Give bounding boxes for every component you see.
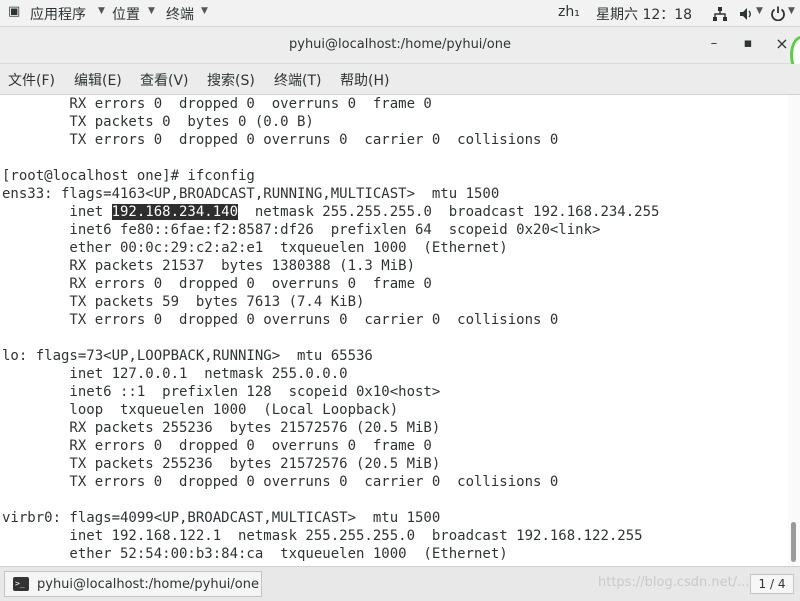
applications-arrow-icon: ▼ xyxy=(98,6,105,16)
terminal-line: RX errors 0 dropped 0 overruns 0 frame 0 xyxy=(2,96,432,112)
terminal-line: TX packets 0 bytes 0 (0.0 B) xyxy=(2,114,314,130)
terminal-line: inet 127.0.0.1 netmask 255.0.0.0 xyxy=(2,366,348,382)
applications-menu[interactable]: 应用程序 xyxy=(30,4,86,24)
terminal-line: loop txqueuelen 1000 (Local Loopback) xyxy=(2,402,399,418)
places-arrow-icon: ▼ xyxy=(148,6,155,16)
terminal-line: TX packets 255236 bytes 21572576 (20.5 M… xyxy=(2,456,441,472)
terminal-line: lo: flags=73<UP,LOOPBACK,RUNNING> mtu 65… xyxy=(2,348,373,364)
close-button[interactable]: × xyxy=(774,34,790,53)
taskbar-window-button[interactable]: >_ pyhui@localhost:/home/pyhui/one xyxy=(4,571,262,597)
applications-icon[interactable]: ▣ xyxy=(8,4,20,19)
terminal-line: inet 192.168.234.140 netmask 255.255.255… xyxy=(2,204,660,220)
top-bar: ▣ 应用程序 ▼ 位置 ▼ 终端 ▼ zh₁ 星期六 12：18 ▼ ▼ xyxy=(0,0,800,27)
menu-file[interactable]: 文件(F) xyxy=(8,70,55,90)
window-title: pyhui@localhost:/home/pyhui/one xyxy=(289,37,511,52)
maximize-button[interactable]: ▪ xyxy=(740,36,756,51)
menu-bar: 文件(F) 编辑(E) 查看(V) 搜索(S) 终端(T) 帮助(H) xyxy=(0,64,800,95)
minimize-button[interactable]: – xyxy=(706,36,722,51)
terminal-line: virbr0: flags=4099<UP,BROADCAST,MULTICAS… xyxy=(2,510,441,526)
terminal-line: TX packets 59 bytes 7613 (7.4 KiB) xyxy=(2,294,365,310)
terminal-line: inet 192.168.122.1 netmask 255.255.255.0… xyxy=(2,528,643,544)
terminal-icon: >_ xyxy=(13,577,29,591)
terminal-line: ens33: flags=4163<UP,BROADCAST,RUNNING,M… xyxy=(2,186,500,202)
power-menu-arrow-icon: ▼ xyxy=(788,6,795,16)
menu-edit[interactable]: 编辑(E) xyxy=(74,70,122,90)
menu-search[interactable]: 搜索(S) xyxy=(207,70,255,90)
menu-view[interactable]: 查看(V) xyxy=(140,70,189,90)
terminal-line: inet6 fe80::6fae:f2:8587:df26 prefixlen … xyxy=(2,222,601,238)
places-menu[interactable]: 位置 xyxy=(112,4,140,24)
taskbar-window-label: pyhui@localhost:/home/pyhui/one xyxy=(37,577,259,592)
terminal-line: TX errors 0 dropped 0 overruns 0 carrier… xyxy=(2,312,559,328)
window-titlebar[interactable]: pyhui@localhost:/home/pyhui/one – ▪ × xyxy=(0,27,800,64)
terminal-line: RX packets 21537 bytes 1380388 (1.3 MiB) xyxy=(2,258,416,274)
watermark-text: https://blog.csdn.net/... xyxy=(598,575,750,590)
terminal-line: TX errors 0 dropped 0 overruns 0 carrier… xyxy=(2,474,559,490)
power-icon[interactable] xyxy=(770,5,786,21)
terminal-output[interactable]: RX errors 0 dropped 0 overruns 0 frame 0… xyxy=(0,95,788,565)
terminal-line: ether 52:54:00:b3:84:ca txqueuelen 1000 … xyxy=(2,546,508,562)
input-method-indicator[interactable]: zh₁ xyxy=(558,4,580,20)
menu-terminal[interactable]: 终端(T) xyxy=(274,70,321,90)
terminal-line: TX errors 0 dropped 0 overruns 0 carrier… xyxy=(2,132,559,148)
scrollbar-thumb[interactable] xyxy=(791,522,796,562)
terminal-line: [root@localhost one]# ifconfig xyxy=(2,168,255,184)
network-icon[interactable] xyxy=(712,6,728,22)
terminal-app-menu[interactable]: 终端 xyxy=(166,4,194,24)
terminal-app-arrow-icon: ▼ xyxy=(201,6,208,16)
system-menu-arrow-icon: ▼ xyxy=(756,6,763,16)
selected-text: 192.168.234.140 xyxy=(111,204,239,220)
scrollbar[interactable] xyxy=(788,95,800,565)
terminal-line: inet6 ::1 prefixlen 128 scopeid 0x10<hos… xyxy=(2,384,441,400)
terminal-line: ether 00:0c:29:c2:a2:e1 txqueuelen 1000 … xyxy=(2,240,508,256)
clock[interactable]: 星期六 12：18 xyxy=(596,4,692,24)
workspace-pager[interactable]: 1 / 4 xyxy=(750,574,794,594)
terminal-line: RX errors 0 dropped 0 overruns 0 frame 0 xyxy=(2,276,432,292)
volume-icon[interactable] xyxy=(738,6,754,22)
terminal-line: RX errors 0 dropped 0 overruns 0 frame 0 xyxy=(2,438,432,454)
terminal-line: RX packets 255236 bytes 21572576 (20.5 M… xyxy=(2,420,441,436)
menu-help[interactable]: 帮助(H) xyxy=(340,70,389,90)
